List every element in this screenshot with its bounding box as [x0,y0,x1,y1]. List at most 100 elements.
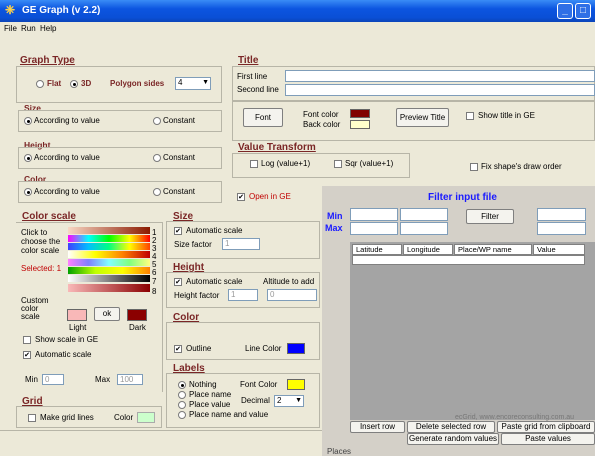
gradient-7[interactable] [68,275,150,282]
fix-shape-checkbox[interactable] [470,163,478,171]
filter-button[interactable]: Filter [466,209,514,224]
paste-values-button[interactable]: Paste values [501,433,595,445]
color-constant-radio[interactable] [153,188,161,196]
preview-title-button[interactable]: Preview Title [396,108,449,127]
title-back-color-swatch[interactable] [350,120,370,129]
generate-random-values-button[interactable]: Generate random values [407,433,499,445]
label-font-color-label: Font Color [240,380,278,389]
column-header-value[interactable]: Value [533,244,585,255]
gradient-4[interactable] [68,251,150,258]
filter-max-latitude[interactable] [350,222,398,235]
filter-min-value[interactable] [537,208,586,221]
grid-color-swatch[interactable] [137,412,155,423]
line-color-swatch[interactable] [287,343,305,354]
flat-radio[interactable] [36,80,44,88]
sqr-checkbox[interactable] [334,160,342,168]
gradient-8[interactable] [68,284,150,292]
maximize-icon: □ [579,5,587,16]
min-input[interactable]: 0 [42,374,64,385]
size-auto-label: Automatic scale [186,226,243,235]
table-row[interactable] [352,255,585,265]
height-factor-input[interactable]: 1 [228,289,258,301]
color-scale-gradients[interactable] [68,227,150,295]
back-color-label: Back color [303,120,341,129]
custom-scale-ok-button[interactable]: ok [94,307,120,321]
label-font-color-swatch[interactable] [287,379,305,390]
open-in-ge-checkbox[interactable]: ✔ [237,193,245,201]
minimize-button[interactable]: _ [557,3,573,19]
size-according-label: According to value [34,116,100,125]
max-input[interactable]: 100 [117,374,143,385]
column-header-latitude[interactable]: Latitude [352,244,402,255]
minimize-icon: _ [562,5,568,16]
menu-run[interactable]: Run [21,24,36,33]
label-place-value-radio[interactable] [178,401,186,409]
dark-color-swatch[interactable] [127,309,147,321]
polygon-sides-select[interactable]: 4 ▼ [175,77,211,90]
decimal-select[interactable]: 2 ▼ [274,395,304,407]
label-name-and-value-radio[interactable] [178,411,186,419]
gradient-5[interactable] [68,259,150,266]
menu-bar: File Run Help [0,22,595,36]
filter-min-longitude[interactable] [400,208,448,221]
label-nothing-text: Nothing [189,380,217,389]
font-button[interactable]: Font [243,108,283,127]
max-label: Max [95,375,111,384]
label-place-name-radio[interactable] [178,391,186,399]
size-factor-input[interactable]: 1 [222,238,260,250]
label-place-name-text: Place name [189,390,232,399]
light-color-swatch[interactable] [67,309,87,321]
paste-grid-button[interactable]: Paste grid from clipboard [497,421,595,433]
height-auto-checkbox[interactable]: ✔ [174,278,182,286]
height-according-radio[interactable] [24,154,32,162]
altitude-input[interactable]: 0 [267,289,317,301]
3d-radio[interactable] [70,80,78,88]
chevron-down-icon: ▼ [202,79,209,86]
filter-max-value[interactable] [537,222,586,235]
auto-scale-checkbox[interactable]: ✔ [23,351,31,359]
graph-type-title: Graph Type [20,55,75,66]
size-constant-radio[interactable] [153,117,161,125]
color-section-group [166,322,320,360]
delete-selected-row-button[interactable]: Delete selected row [407,421,495,433]
insert-row-button[interactable]: Insert row [350,421,405,433]
gradient-6[interactable] [68,267,150,274]
value-transform-title: Value Transform [238,142,316,153]
dark-label: Dark [129,323,146,332]
color-scale-title: Color scale [22,211,76,222]
gradient-2[interactable] [68,235,150,242]
show-title-checkbox[interactable] [466,112,474,120]
maximize-button[interactable]: □ [575,3,591,19]
size-according-radio[interactable] [24,117,32,125]
light-label: Light [69,323,87,332]
label-nothing-radio[interactable] [178,381,186,389]
height-constant-radio[interactable] [153,154,161,162]
menu-help[interactable]: Help [40,24,56,33]
show-scale-label: Show scale in GE [35,335,99,344]
title-bar[interactable]: ❈ GE Graph (v 2.2) _ □ [0,0,595,22]
filter-min-latitude[interactable] [350,208,398,221]
divider [162,222,163,392]
show-scale-checkbox[interactable] [23,336,31,344]
altitude-to-add-label: Altitude to add [263,277,315,286]
first-line-input[interactable] [285,70,595,82]
outline-checkbox[interactable]: ✔ [174,345,182,353]
filter-max-longitude[interactable] [400,222,448,235]
column-header-longitude[interactable]: Longitude [403,244,453,255]
second-line-input[interactable] [285,84,595,96]
title-font-color-swatch[interactable] [350,109,370,118]
color-according-radio[interactable] [24,188,32,196]
make-grid-lines-checkbox[interactable] [28,414,36,422]
decimal-value: 2 [277,396,282,405]
show-title-label: Show title in GE [478,111,535,120]
places-grid[interactable] [350,242,595,420]
color-according-label: According to value [34,187,100,196]
polygon-sides-value: 4 [178,78,183,87]
column-header-place-name[interactable]: Place/WP name [454,244,532,255]
filter-max-label: Max [325,223,343,233]
log-checkbox[interactable] [250,160,258,168]
gradient-1[interactable] [68,227,150,234]
size-auto-checkbox[interactable]: ✔ [174,227,182,235]
gradient-3[interactable] [68,243,150,250]
menu-file[interactable]: File [4,24,17,33]
